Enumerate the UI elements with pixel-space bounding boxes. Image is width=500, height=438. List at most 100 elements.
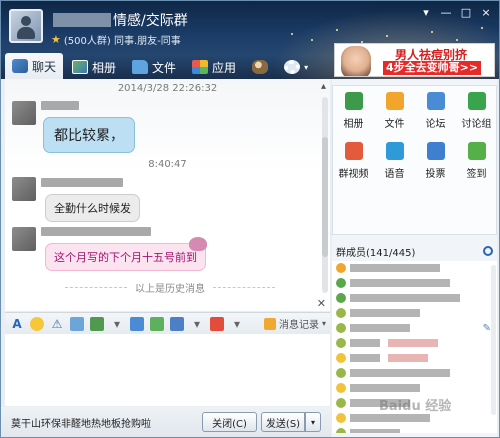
tab-bar: 聊天 相册 文件 应用 ▾ <box>1 51 331 79</box>
chat-scrollbar[interactable] <box>322 97 328 293</box>
bottom-ad-link[interactable]: 莫干山环保非醛地热地板抢购啦 <box>11 415 151 430</box>
tab-chat-label: 聊天 <box>32 59 57 74</box>
history-label: 以上是历史消息 <box>135 283 205 295</box>
list-item[interactable] <box>332 366 497 380</box>
group-subtitle: ★ (500人群) 同事.朋友-同事 <box>51 32 181 47</box>
app-group-video[interactable]: 群视频 <box>333 136 374 186</box>
app-label: 论坛 <box>425 119 446 130</box>
send-button[interactable]: 发送(S) <box>261 412 305 432</box>
checkin-icon <box>467 142 486 160</box>
owner-icon <box>336 263 346 273</box>
close-button[interactable]: 关闭(C) <box>202 412 257 432</box>
forum-icon <box>426 92 445 110</box>
photo-icon <box>72 60 89 74</box>
app-discussion[interactable]: 讨论组 <box>456 86 497 136</box>
ad-banner[interactable]: 男人祛痘别挤 4步全去变帅哥>> <box>334 43 495 77</box>
message-input[interactable] <box>5 334 330 406</box>
member-name-redacted <box>350 339 380 347</box>
close-window-button[interactable]: × <box>477 5 495 21</box>
member-name-redacted <box>350 354 380 362</box>
list-item[interactable] <box>332 381 497 395</box>
scrollbar-thumb[interactable] <box>322 137 328 257</box>
more-icon[interactable] <box>210 316 224 331</box>
member-name-redacted <box>350 264 440 272</box>
qq-group-chat-window: 情感/交际群 ★ (500人群) 同事.朋友-同事 ▾ — □ × 男人祛痘别挤… <box>0 0 500 438</box>
member-scrollbar[interactable] <box>491 265 496 415</box>
app-files[interactable]: 文件 <box>374 86 415 136</box>
member-name-redacted <box>350 384 420 392</box>
app-label: 文件 <box>384 119 405 130</box>
list-item[interactable] <box>332 291 497 305</box>
tab-chat[interactable]: 聊天 <box>5 53 64 79</box>
avatar[interactable] <box>12 227 36 251</box>
add-person-icon <box>252 60 269 74</box>
avatar[interactable] <box>12 101 36 125</box>
maximize-button[interactable]: □ <box>457 5 475 21</box>
tab-photo[interactable]: 相册 <box>65 55 123 79</box>
avatar[interactable] <box>12 177 36 201</box>
history-divider: 以上是历史消息 <box>65 281 275 295</box>
message-record-button[interactable]: 消息记录 ▾ <box>263 316 326 331</box>
chat-area[interactable]: ▴ 2014/3/28 22:26:32 都比较累， 8:40:47 全勤什么时… <box>5 79 330 311</box>
title-redacted <box>53 13 111 27</box>
vote-icon <box>426 142 445 160</box>
member-icon <box>336 368 346 378</box>
app-checkin[interactable]: 签到 <box>456 136 497 186</box>
screenshot-icon[interactable] <box>130 316 144 331</box>
search-icon[interactable] <box>483 246 493 256</box>
app-label: 群视频 <box>338 169 369 180</box>
sender-name-redacted <box>41 178 123 187</box>
list-item[interactable] <box>332 351 497 365</box>
member-name-redacted <box>350 324 410 332</box>
member-icon <box>336 353 346 363</box>
emoji-icon[interactable] <box>30 316 44 331</box>
list-item[interactable] <box>332 261 497 275</box>
app-vote[interactable]: 投票 <box>415 136 456 186</box>
member-icon <box>336 428 346 433</box>
app-label: 投票 <box>425 169 446 180</box>
app-forum[interactable]: 论坛 <box>415 86 456 136</box>
member-icon <box>336 323 346 333</box>
folder-icon <box>132 60 149 74</box>
chevron-down-icon[interactable]: ▾ <box>230 317 244 331</box>
clock-icon <box>263 317 276 330</box>
minimize-button[interactable]: — <box>437 5 455 21</box>
send-file-icon[interactable] <box>150 316 164 331</box>
image-icon[interactable] <box>90 316 104 331</box>
tab-photo-label: 相册 <box>92 60 117 75</box>
member-icon <box>336 383 346 393</box>
list-item[interactable] <box>332 336 497 350</box>
chevron-down-icon[interactable]: ▾ <box>110 317 124 331</box>
app-voice[interactable]: 语音 <box>374 136 415 186</box>
list-item[interactable] <box>332 276 497 290</box>
settings-button[interactable]: ▾ <box>277 55 315 79</box>
close-history-icon[interactable]: ✕ <box>317 297 326 310</box>
member-icon <box>336 398 346 408</box>
shake-icon[interactable]: ⚠ <box>50 317 64 331</box>
app-album[interactable]: 相册 <box>333 86 374 136</box>
timestamp: 2014/3/28 22:26:32 <box>117 83 218 94</box>
tab-files-label: 文件 <box>152 60 177 75</box>
video-icon <box>344 142 363 160</box>
voice-icon <box>385 142 404 160</box>
tab-files[interactable]: 文件 <box>125 55 183 79</box>
add-member-button[interactable] <box>245 55 275 79</box>
list-item[interactable] <box>332 426 497 433</box>
app-label: 相册 <box>343 119 364 130</box>
magic-emoji-icon[interactable] <box>70 316 84 331</box>
apps-icon <box>192 60 209 74</box>
message-bubble: 都比较累， <box>43 117 135 153</box>
member-name-redacted <box>350 294 460 302</box>
screen-share-icon[interactable] <box>170 316 184 331</box>
list-item[interactable] <box>332 306 497 320</box>
album-icon <box>344 92 363 110</box>
send-options-button[interactable]: ▾ <box>305 412 321 432</box>
menu-dropdown-button[interactable]: ▾ <box>417 5 435 21</box>
list-item[interactable]: ✎ <box>332 321 497 335</box>
message-bubble: 这个月写的下个月十五号前到 <box>45 243 206 271</box>
font-icon[interactable]: A <box>10 317 24 331</box>
group-avatar[interactable] <box>9 9 43 43</box>
tab-apps[interactable]: 应用 <box>185 55 243 79</box>
edit-icon[interactable]: ✎ <box>483 323 491 334</box>
chevron-down-icon[interactable]: ▾ <box>190 317 204 331</box>
